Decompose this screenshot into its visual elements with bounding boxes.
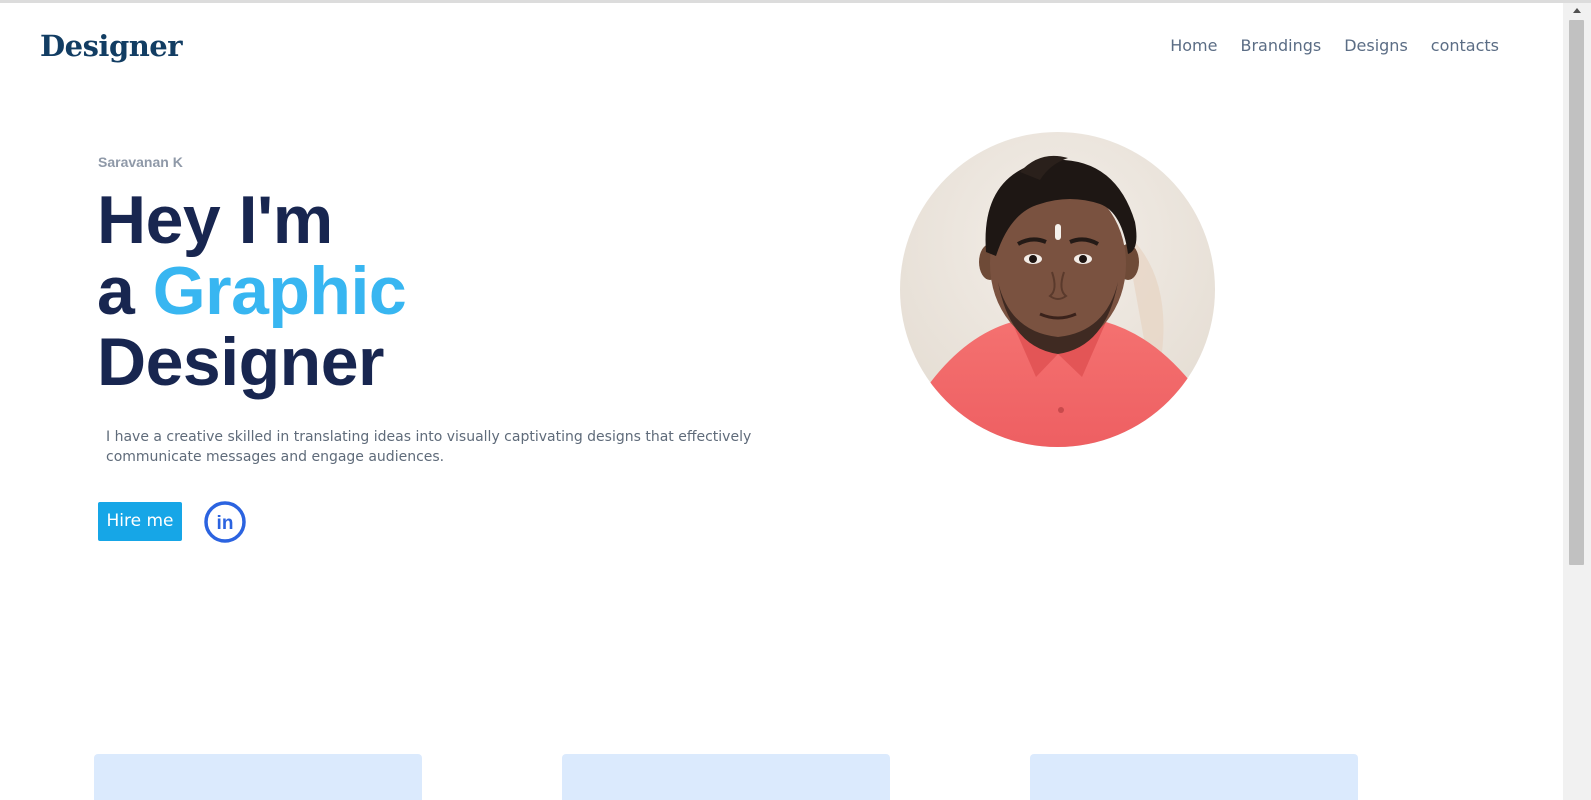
headline-line-2-prefix: a [97, 253, 153, 329]
scroll-up-arrow-icon[interactable] [1573, 8, 1581, 13]
linkedin-icon-text: in [217, 513, 234, 534]
hire-me-button[interactable]: Hire me [98, 502, 182, 541]
browser-viewport: Designer Home Brandings Designs contacts… [0, 0, 1591, 800]
main-nav: Home Brandings Designs contacts [1170, 36, 1499, 55]
nav-item-contacts[interactable]: contacts [1431, 36, 1499, 55]
headline-accent-word: Graphic [152, 253, 407, 329]
nav-item-home[interactable]: Home [1170, 36, 1217, 55]
nav-item-designs[interactable]: Designs [1344, 36, 1408, 55]
service-card-3[interactable] [1030, 754, 1358, 800]
service-card-1[interactable] [94, 754, 422, 800]
service-card-2[interactable] [562, 754, 890, 800]
headline-line-1: Hey I'm [97, 182, 333, 258]
portfolio-page: Designer Home Brandings Designs contacts… [0, 3, 1563, 800]
hero-intro-text: I have a creative skilled in translating… [106, 429, 752, 465]
scrollbar-thumb[interactable] [1569, 20, 1584, 565]
headline-line-3: Designer [97, 324, 385, 400]
linkedin-icon[interactable]: in [204, 501, 246, 543]
profile-photo [900, 132, 1215, 447]
nav-item-brandings[interactable]: Brandings [1240, 36, 1321, 55]
hero-headline: Hey I'm a Graphic Designer [97, 182, 407, 400]
site-logo[interactable]: Designer [40, 29, 183, 63]
author-name: Saravanan K [98, 154, 183, 170]
page-scrollbar[interactable] [1563, 3, 1591, 800]
